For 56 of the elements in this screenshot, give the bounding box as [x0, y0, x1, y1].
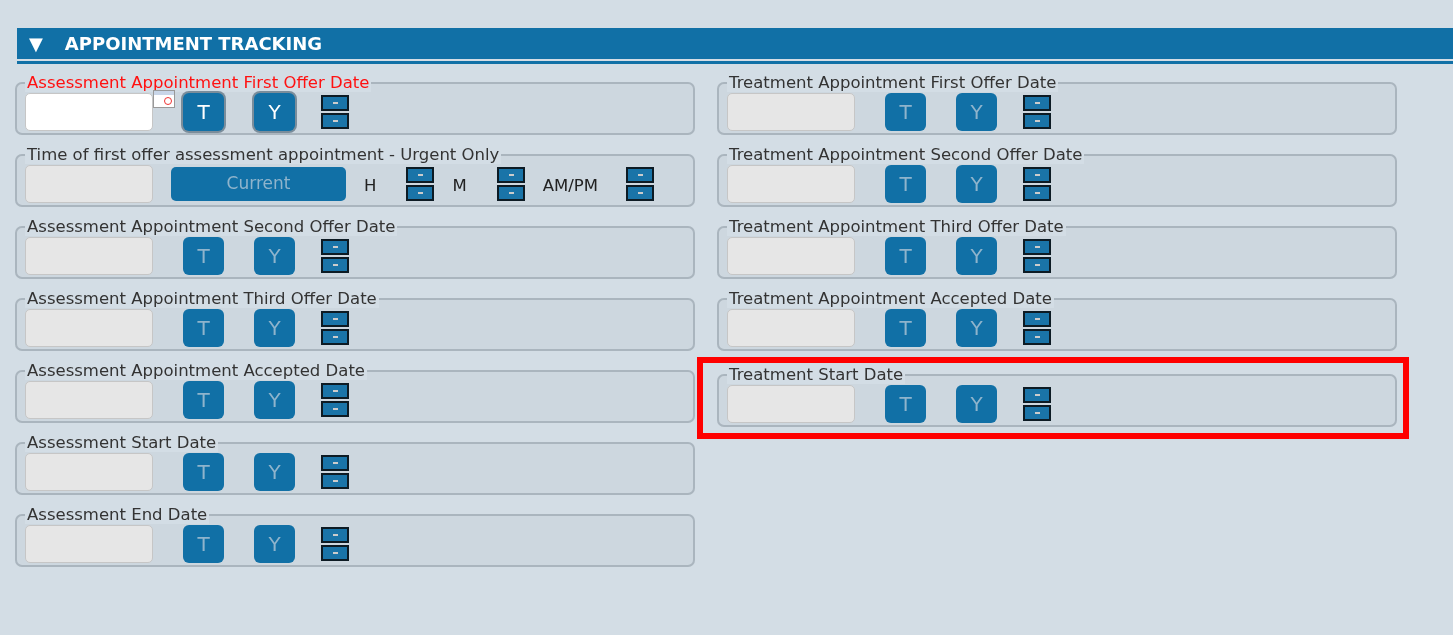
date-shortcut-button[interactable]: Y [956, 384, 997, 423]
date-shortcut-button[interactable]: Y [254, 380, 295, 419]
date-shortcut-button[interactable]: Y [254, 524, 295, 563]
section-title: APPOINTMENT TRACKING [64, 32, 323, 56]
spin-button[interactable] [625, 166, 654, 201]
unit-label: M [452, 175, 467, 198]
field-label: Treatment Appointment Third Offer Date [727, 219, 1066, 236]
spin-button[interactable] [321, 94, 349, 129]
field-label: Assessment Appointment First Offer Date [25, 75, 372, 92]
date-shortcut-button[interactable]: T [183, 380, 224, 419]
date-shortcut-button[interactable]: Y [956, 164, 997, 203]
date-shortcut-button[interactable]: Y [956, 92, 997, 131]
field-label: Assessment End Date [25, 507, 210, 524]
spin-button[interactable] [321, 310, 349, 345]
spin-button[interactable] [406, 166, 435, 201]
spin-button[interactable] [1023, 238, 1051, 273]
field-label: Assessment Appointment Second Offer Date [25, 219, 398, 236]
field-label: Treatment Appointment Second Offer Date [727, 147, 1085, 164]
spin-button[interactable] [321, 454, 349, 489]
field-label: Treatment Appointment First Offer Date [727, 75, 1059, 92]
unit-label: AM/PM [542, 175, 598, 198]
date-shortcut-button[interactable]: T [885, 92, 926, 131]
date-shortcut-button[interactable]: Y [254, 236, 295, 275]
collapse-toggle[interactable]: ▼ [29, 30, 43, 57]
field-label: Assessment Appointment Third Offer Date [25, 291, 379, 308]
date-shortcut-button[interactable]: Y [956, 308, 997, 347]
date-shortcut-button[interactable]: Y [254, 308, 295, 347]
field-label: Assessment Appointment Accepted Date [25, 363, 367, 380]
date-shortcut-button[interactable]: Y [956, 236, 997, 275]
spin-button[interactable] [1023, 310, 1051, 345]
date-shortcut-button[interactable]: Y [254, 92, 295, 131]
date-field[interactable] [25, 92, 153, 131]
unit-label: H [364, 175, 377, 198]
date-shortcut-button[interactable]: T [885, 308, 926, 347]
spin-button[interactable] [1023, 386, 1051, 421]
date-shortcut-button[interactable]: T [183, 524, 224, 563]
field-label: Treatment Appointment Accepted Date [727, 291, 1054, 308]
date-shortcut-button[interactable]: T [183, 308, 224, 347]
current-button[interactable]: Current [171, 166, 346, 201]
calendar-icon[interactable] [153, 89, 175, 108]
spin-button[interactable] [321, 526, 349, 561]
field-label: Time of first offer assessment appointment - Urgent Only [25, 147, 502, 164]
date-shortcut-button[interactable]: T [183, 236, 224, 275]
field-label: Treatment Start Date [727, 367, 906, 384]
date-shortcut-button[interactable]: T [885, 164, 926, 203]
spin-button[interactable] [496, 166, 525, 201]
spin-button[interactable] [1023, 166, 1051, 201]
spin-button[interactable] [321, 238, 349, 273]
date-shortcut-button[interactable]: T [183, 92, 224, 131]
date-shortcut-button[interactable]: T [885, 384, 926, 423]
spin-button[interactable] [321, 382, 349, 417]
spin-button[interactable] [1023, 94, 1051, 129]
date-shortcut-button[interactable]: Y [254, 452, 295, 491]
date-shortcut-button[interactable]: T [885, 236, 926, 275]
field-label: Assessment Start Date [25, 435, 219, 452]
date-shortcut-button[interactable]: T [183, 452, 224, 491]
